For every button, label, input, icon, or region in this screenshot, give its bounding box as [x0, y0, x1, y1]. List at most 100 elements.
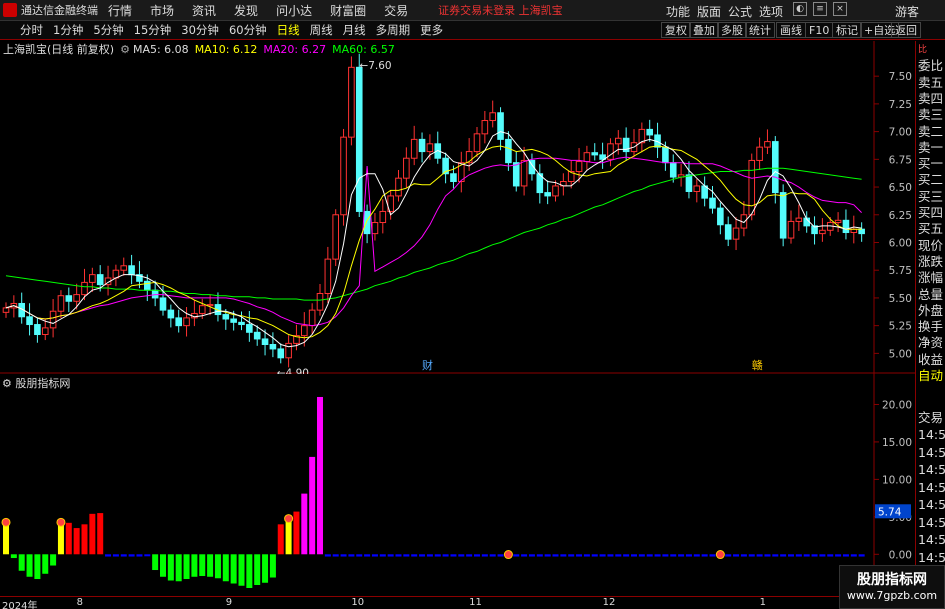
indicator-bar — [191, 554, 198, 577]
menu-market[interactable]: 行情 — [108, 2, 132, 19]
tf-5min[interactable]: 5分钟 — [93, 22, 123, 38]
candle-body — [379, 210, 387, 224]
quote-label-18: 净资 — [918, 335, 944, 351]
indicator-bar — [301, 493, 308, 555]
candle-body — [583, 152, 591, 163]
indicator-bar — [246, 554, 253, 588]
tf-30min[interactable]: 30分钟 — [181, 22, 219, 38]
indicator-tick-label: 15.00 — [882, 437, 912, 449]
tf-intraday[interactable]: 分时 — [20, 22, 43, 38]
menu-icon[interactable]: ≡ — [813, 2, 827, 16]
candle-body — [159, 297, 167, 311]
tf-15min[interactable]: 15分钟 — [134, 22, 172, 38]
quote-label-7: 买一 — [918, 156, 944, 172]
candle-body — [65, 295, 73, 302]
candle-body — [410, 138, 418, 159]
signal-marker-icon — [56, 517, 66, 527]
ma10-label: MA10: 6.12 — [194, 42, 258, 56]
signal-marker-icon — [503, 550, 513, 560]
indicator-bar — [136, 554, 143, 557]
btn-overlay[interactable]: 叠加 — [689, 22, 719, 38]
btn-draw[interactable]: 画线 — [776, 22, 806, 38]
candle-body — [795, 217, 803, 222]
date-axis: 2024年 8 9 10 11 12 1 — [0, 596, 915, 609]
quote-label-4: 卖三 — [918, 107, 944, 123]
candle-body — [371, 222, 379, 235]
guest-label[interactable]: 游客 — [895, 3, 919, 20]
btn-restore[interactable]: 复权 — [661, 22, 691, 38]
indicator-bar — [795, 554, 802, 557]
menu-news[interactable]: 资讯 — [192, 2, 216, 19]
menu-trade[interactable]: 交易 — [384, 2, 408, 19]
skin-icon[interactable]: ◐ — [793, 2, 807, 16]
indicator-bar — [73, 528, 80, 555]
tf-60min[interactable]: 60分钟 — [229, 22, 267, 38]
menu-ask[interactable]: 问小达 — [276, 2, 312, 19]
menu-formula[interactable]: 公式 — [728, 3, 752, 20]
candle-body — [277, 348, 285, 359]
quote-label-24: 14:56 — [918, 462, 945, 477]
btn-multistock[interactable]: 多股 — [717, 22, 747, 38]
chart-info-bar: 上海凯宝(日线 前复权) ⚙ MA5: 6.08 MA10: 6.12 MA20… — [0, 41, 401, 57]
indicator-bar — [364, 554, 371, 557]
price-tick-label: 6.75 — [889, 154, 912, 166]
indicator-bar — [269, 554, 276, 578]
price-tick-label: 6.50 — [889, 182, 912, 194]
tf-weekly[interactable]: 周线 — [310, 22, 333, 38]
date-label: 1 — [759, 597, 766, 608]
menu-markets[interactable]: 市场 — [150, 2, 174, 19]
indicator-bar — [293, 511, 300, 555]
indicator-bar — [481, 554, 488, 557]
btn-back[interactable]: 返回 — [891, 22, 921, 38]
candle-body — [426, 143, 434, 153]
indicator-bar — [811, 554, 818, 557]
tdx-logo-icon — [3, 3, 17, 17]
candle-body — [230, 318, 237, 323]
menu-options[interactable]: 选项 — [759, 3, 783, 20]
candle-body — [481, 120, 489, 135]
btn-f10[interactable]: F10 — [805, 22, 834, 38]
menu-layout[interactable]: 版面 — [697, 3, 721, 20]
tf-monthly[interactable]: 月线 — [343, 22, 366, 38]
indicator-bar — [26, 554, 33, 577]
btn-mark[interactable]: 标记 — [832, 22, 862, 38]
candle-body — [834, 219, 842, 224]
settings-icon[interactable]: ⚙ — [120, 43, 130, 56]
price-chart[interactable]: 5.00 5.25 5.50 5.75 6.00 6.25 6.50 6.75 7.00 7.25… — [0, 41, 915, 374]
candle-body — [552, 185, 559, 197]
tf-1min[interactable]: 1分钟 — [53, 22, 83, 38]
close-icon[interactable]: × — [833, 2, 847, 16]
menu-wealth[interactable]: 财富圈 — [330, 2, 366, 19]
quote-label-1: 委比 — [918, 58, 944, 74]
indicator-bar — [65, 522, 72, 555]
menu-discover[interactable]: 发现 — [234, 2, 258, 19]
candle-body — [418, 138, 426, 153]
quote-label-12: 现价 — [918, 237, 944, 253]
tf-more[interactable]: 更多 — [420, 22, 443, 38]
indicator-settings-icon[interactable]: ⚙ — [2, 377, 12, 390]
candle-body — [607, 143, 614, 160]
candle-body — [340, 136, 347, 216]
tf-daily[interactable]: 日线 — [277, 22, 300, 38]
indicator-bar — [858, 554, 865, 557]
indicator-bar — [850, 554, 857, 557]
indicator-bar — [544, 554, 551, 557]
indicator-chart[interactable]: 0.005.0010.0015.0020.005.74 — [0, 374, 915, 596]
candle-body — [246, 324, 253, 333]
indicator-name: 股朋指标网 — [15, 377, 71, 390]
indicator-bar — [379, 554, 386, 557]
quote-label-29: 14:56 — [918, 549, 945, 565]
indicator-bar — [772, 554, 779, 557]
candle-body — [26, 316, 33, 326]
price-chart-bg — [0, 41, 915, 374]
tf-multi[interactable]: 多周期 — [376, 22, 411, 38]
indicator-bg — [0, 374, 915, 596]
indicator-bar — [685, 554, 692, 557]
quote-label-9: 买三 — [918, 188, 944, 204]
indicator-bar — [489, 554, 496, 557]
indicator-header: ⚙ 股朋指标网 — [2, 375, 70, 391]
quote-label-26: 14:56 — [918, 497, 945, 512]
btn-stats[interactable]: 统计 — [745, 22, 775, 38]
menu-functions[interactable]: 功能 — [666, 3, 690, 20]
indicator-bar — [426, 554, 433, 557]
